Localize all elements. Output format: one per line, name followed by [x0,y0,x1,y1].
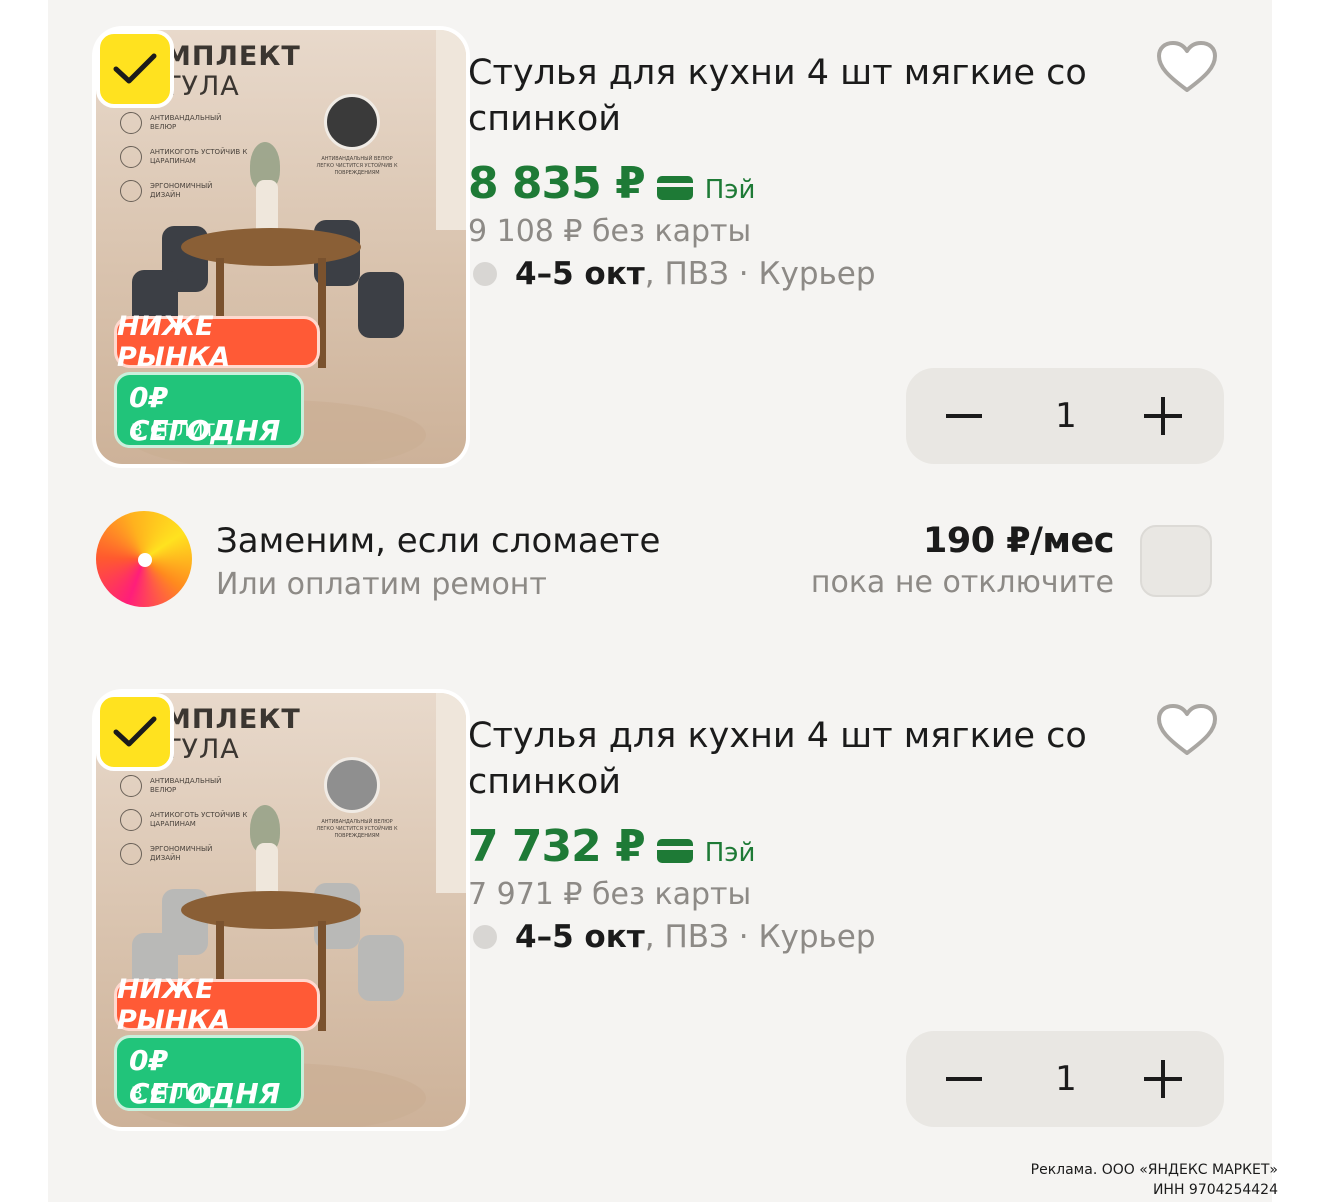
quantity-stepper: 1 [906,1031,1224,1127]
selected-checkbox[interactable] [96,30,174,108]
pay-label: Пэй [704,175,756,205]
image-feature: ЭРГОНОМИЧНЫЙ ДИЗАЙН [120,843,240,865]
product-title[interactable]: Стулья для кухни 4 шт мягкие со спинкой [468,50,1108,142]
price-row: 8 835 ₽ Пэй [468,158,755,209]
fabric-swatch [324,94,380,150]
quantity-value: 1 [1055,396,1077,436]
quantity-value: 1 [1055,1059,1077,1099]
image-feature: АНТИВАНДАЛЬНЫЙ ВЕЛЮР [120,775,240,797]
image-title: МПЛЕКТ ТУЛА [164,41,301,102]
insurance-price: 190 ₽/мес [923,521,1114,561]
insurance-logo [96,511,192,607]
card-icon [656,176,693,200]
sticker-below-market: НИЖЕ РЫНКА [114,974,320,1036]
status-dot [473,262,497,286]
delivery-info: 4–5 окт, ПВЗ · Курьер [473,919,876,955]
image-feature: ЭРГОНОМИЧНЫЙ ДИЗАЙН [120,180,240,202]
sticker-split: 0₽ СЕГОДНЯ В СПЛИТ [114,1035,304,1111]
price-without-card: 9 108 ₽ без карты [468,214,752,249]
image-feature: АНТИКОГОТЬ УСТОЙЧИВ К ЦАРАПИНАМ [120,809,250,831]
delivery-date: 4–5 окт [515,256,645,292]
delivery-date: 4–5 окт [515,919,645,955]
image-title: МПЛЕКТ ТУЛА [164,704,301,765]
insurance-subtitle: Или оплатим ремонт [216,567,547,602]
sticker-split: 0₽ СЕГОДНЯ В СПЛИТ [114,372,304,448]
ad-disclaimer: Реклама. ООО «ЯНДЕКС МАРКЕТ» ИНН 9704254… [1030,1162,1278,1198]
swatch-note: АНТИВАНДАЛЬНЫЙ ВЕЛЮР ЛЕГКО ЧИСТИТСЯ УСТО… [316,156,398,176]
swatch-note: АНТИВАНДАЛЬНЫЙ ВЕЛЮР ЛЕГКО ЧИСТИТСЯ УСТО… [316,819,398,839]
chair [358,935,404,1001]
pay-label: Пэй [704,838,756,868]
status-dot [473,925,497,949]
cart-list: МПЛЕКТ ТУЛА АНТИВАНДАЛЬНЫЙ ВЕЛЮР АНТИКОГ… [48,0,1272,1202]
delivery-methods: , ПВЗ · Курьер [644,256,876,292]
price-row: 7 732 ₽ Пэй [468,821,755,872]
fabric-swatch [324,757,380,813]
checkmark-icon [113,716,157,747]
card-price: 7 732 ₽ [468,821,646,872]
insurance-note: пока не отключите [810,565,1114,600]
price-without-card: 7 971 ₽ без карты [468,877,752,912]
delivery-info: 4–5 окт, ПВЗ · Курьер [473,256,876,292]
delivery-methods: , ПВЗ · Курьер [644,919,876,955]
card-icon [656,839,693,863]
sticker-below-market: НИЖЕ РЫНКА [114,311,320,373]
image-feature: АНТИКОГОТЬ УСТОЙЧИВ К ЦАРАПИНАМ [120,146,250,168]
insurance-title: Заменим, если сломаете [216,521,661,561]
table [181,891,361,929]
selected-checkbox[interactable] [96,693,174,771]
product-title[interactable]: Стулья для кухни 4 шт мягкие со спинкой [468,713,1108,805]
insurance-checkbox[interactable] [1140,525,1212,597]
insurance-offer: Заменим, если сломаете Или оплатим ремон… [48,505,1272,615]
cart-item: МПЛЕКТ ТУЛА АНТИВАНДАЛЬНЫЙ ВЕЛЮР АНТИКОГ… [48,663,1272,1131]
cart-item: МПЛЕКТ ТУЛА АНТИВАНДАЛЬНЫЙ ВЕЛЮР АНТИКОГ… [48,0,1272,468]
table [181,228,361,266]
card-price: 8 835 ₽ [468,158,646,209]
quantity-stepper: 1 [906,368,1224,464]
decrease-button[interactable] [946,414,982,418]
heart-outline-icon[interactable] [1156,703,1218,757]
heart-outline-icon[interactable] [1156,40,1218,94]
chair [358,272,404,338]
decrease-button[interactable] [946,1077,982,1081]
image-feature: АНТИВАНДАЛЬНЫЙ ВЕЛЮР [120,112,240,134]
checkmark-icon [113,53,157,84]
